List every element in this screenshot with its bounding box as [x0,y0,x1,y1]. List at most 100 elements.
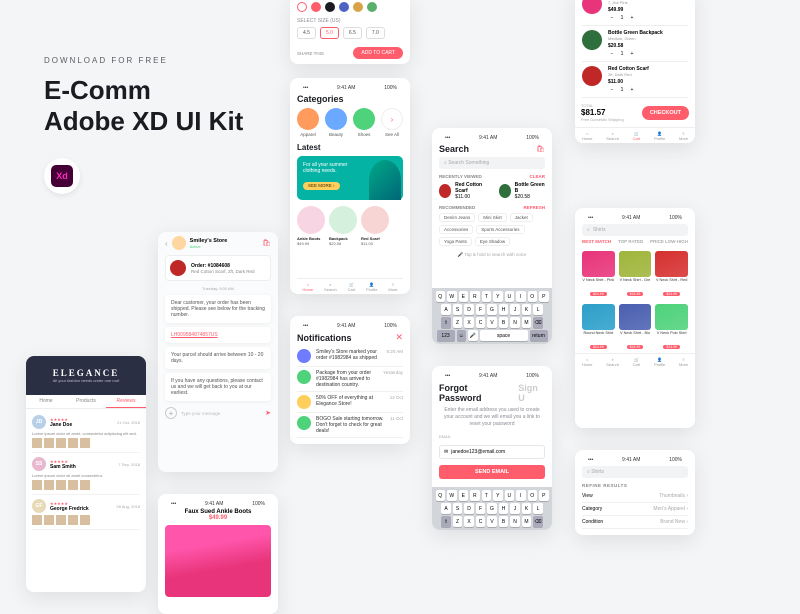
mic-key[interactable]: 🎤 [468,330,478,341]
tab-search[interactable]: ⌕Search [606,131,619,141]
cart-item[interactable]: Bottle Green Backpack Medium, Green $20.… [582,26,688,62]
product-card[interactable]: Round Neck Shirt $24.99 [582,304,615,353]
color-check-icon[interactable] [297,2,307,12]
key[interactable]: L [533,304,543,315]
refine-row[interactable]: ViewThumbnails › [582,490,688,503]
category-shoes[interactable]: Shoes [353,108,375,137]
key[interactable]: E [459,291,469,302]
size-option[interactable]: 5.0 [320,27,339,39]
key[interactable]: Q [436,291,446,302]
shift-key[interactable]: ⇧ [441,317,451,328]
size-option[interactable]: 4.5 [297,27,316,39]
clear-button[interactable]: CLEAR [530,174,546,179]
key[interactable]: E [459,490,469,501]
see-more-button[interactable]: SEE MORE › [303,182,340,190]
filter-toprated[interactable]: TOP RATED [618,239,643,244]
filter-price[interactable]: PRICE LOW-HIGH [650,239,688,244]
key[interactable]: S [453,503,463,514]
notification-row[interactable]: Package from your order #1982984 has arr… [297,367,403,392]
key[interactable]: P [539,291,549,302]
key[interactable]: M [522,317,532,328]
emoji-key[interactable]: ☺ [457,330,467,341]
chat-input[interactable]: Type your message [181,411,261,416]
order-card[interactable]: Order: #1084608Red Cotton Scarf, 2ft, Da… [165,255,271,281]
cart-icon[interactable]: 🛍 [262,239,271,247]
size-option[interactable]: 7.0 [366,27,385,39]
tab-more[interactable]: ≡More [388,282,397,292]
key[interactable]: H [499,304,509,315]
refine-row[interactable]: CategoryMen's Apparel › [582,503,688,516]
key[interactable]: R [470,291,480,302]
key[interactable]: P [539,490,549,501]
return-key[interactable]: return [530,330,548,341]
tab-home[interactable]: ⌂Home [302,282,313,292]
key[interactable]: W [447,291,457,302]
key[interactable]: A [441,304,451,315]
key[interactable]: G [487,503,497,514]
chip[interactable]: Accessories [439,225,473,234]
color-swatch[interactable] [339,2,349,12]
product-card[interactable]: Red Scarf$11.00 [361,206,389,246]
key[interactable]: G [487,304,497,315]
key[interactable]: Z [453,317,463,328]
key[interactable]: D [464,304,474,315]
key[interactable]: N [510,317,520,328]
key[interactable]: F [476,503,486,514]
key[interactable]: D [464,503,474,514]
key[interactable]: O [528,291,538,302]
tab-search[interactable]: ⌕Search [324,282,337,292]
chip[interactable]: Denim Jeans [439,213,475,222]
search-input[interactable]: ⌕ Shirts [582,224,688,236]
product-card[interactable]: V Neck Shirt - Blu $24.99 [619,304,652,353]
space-key[interactable]: space [480,330,528,341]
num-key[interactable]: 123 [437,330,455,341]
notification-row[interactable]: 50% OFF of everything at Elegance Store!… [297,392,403,413]
qty-minus[interactable]: − [608,87,616,93]
tab-products[interactable]: Products [66,395,106,408]
notification-row[interactable]: BOGO Sale starting tomorrow. Don't forge… [297,413,403,438]
product-card[interactable]: V Neck Shirt - Pink $24.99 [582,251,615,300]
key[interactable]: F [476,304,486,315]
chip[interactable]: Jacket [510,213,533,222]
shift-key[interactable]: ⇧ [441,516,451,527]
key[interactable]: J [510,503,520,514]
key[interactable]: Y [493,490,503,501]
keyboard[interactable]: QWERTYUIOP ASDFGHJKL ⇧ZXCVBNM⌫ [432,487,552,530]
tab-profile[interactable]: 👤Profile [654,131,665,141]
chip[interactable]: Eye Shadow [475,237,510,246]
product-card[interactable]: V Neck Polo Shirt $24.99 [655,304,688,353]
key[interactable]: U [505,291,515,302]
refresh-button[interactable]: REFRESH [523,205,545,210]
add-to-cart-button[interactable]: ADD TO CART [353,47,403,59]
product-card[interactable]: Backpack$20.58 [329,206,357,246]
tab-search[interactable]: ⌕Search [606,357,619,367]
checkout-button[interactable]: CHECKOUT [642,106,689,120]
signup-tab[interactable]: Sign U [518,383,545,403]
category-apparel[interactable]: Apparel [297,108,319,137]
key[interactable]: C [476,516,486,527]
key[interactable]: C [476,317,486,328]
qty-minus[interactable]: − [608,51,616,57]
key[interactable]: A [441,503,451,514]
attach-icon[interactable]: + [165,407,177,419]
key[interactable]: Z [453,516,463,527]
keyboard[interactable]: QWERTYUIOP ASDFGHJKL ⇧ZXCVBNM⌫ 123☺🎤spac… [432,288,552,344]
color-swatch[interactable] [367,2,377,12]
tab-cart[interactable]: 🛒Cart [633,357,641,367]
cart-icon[interactable]: 🛍 [536,145,545,153]
close-icon[interactable]: ✕ [395,332,403,343]
chip[interactable]: Yoga Pants [439,237,472,246]
tab-cart[interactable]: 🛒Cart [348,282,356,292]
key[interactable]: M [522,516,532,527]
key[interactable]: W [447,490,457,501]
category-beauty[interactable]: Beauty [325,108,347,137]
key[interactable]: T [482,291,492,302]
qty-plus[interactable]: + [628,87,636,93]
product-card[interactable]: Ankle Boots$49.99 [297,206,325,246]
key[interactable]: J [510,304,520,315]
qty-plus[interactable]: + [628,51,636,57]
key[interactable]: X [464,516,474,527]
email-field[interactable]: ✉ janedoe123@email.com [439,445,545,459]
color-swatch[interactable] [353,2,363,12]
chip[interactable]: Mini Skirt [478,213,507,222]
